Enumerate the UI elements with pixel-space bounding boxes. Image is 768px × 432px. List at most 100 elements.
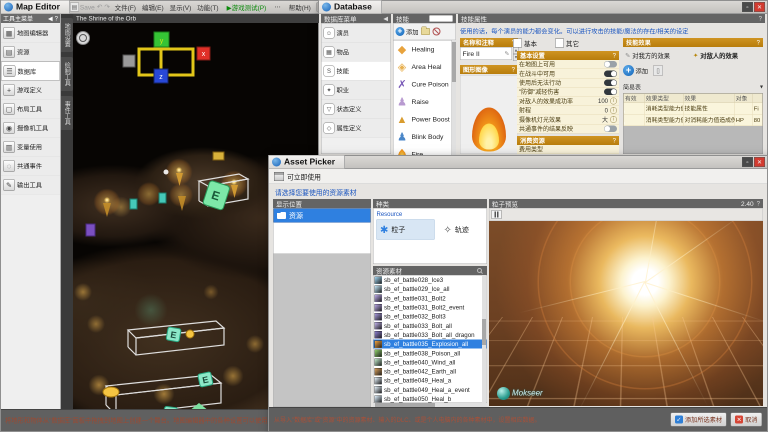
type-item-1[interactable]: ✧轨迹 bbox=[441, 220, 472, 240]
effects-view-dropdown[interactable]: 简易表▾ bbox=[623, 83, 763, 92]
map-viewport[interactable]: The Shrine of the Orb E bbox=[73, 14, 319, 409]
sidebar-item-game[interactable]: +游戏定义 bbox=[1, 81, 60, 100]
skill-name-field[interactable]: Fire II✎ bbox=[460, 47, 512, 60]
effects-row[interactable]: 消耗类型能力值技能属性Fi bbox=[624, 103, 763, 115]
resource-item[interactable]: sb_ef_battle028_Ice3 bbox=[374, 276, 487, 285]
resource-thumbnail bbox=[375, 386, 383, 394]
database-tab[interactable]: Database bbox=[319, 1, 382, 14]
edit-pencil-icon[interactable]: ✎ bbox=[504, 50, 509, 57]
cost-row[interactable]: 费用类型 bbox=[517, 145, 619, 154]
resource-item[interactable]: sb_ef_battle042_Earth_all bbox=[374, 367, 487, 376]
resource-item[interactable]: sb_ef_battle033_Bolt_all_dragon bbox=[374, 330, 487, 339]
resource-item[interactable]: sb_ef_battle031_Bolt2_event bbox=[374, 303, 487, 312]
map-editor-tab[interactable]: Map Editor bbox=[1, 1, 70, 14]
skill-item[interactable]: ♟Raise bbox=[394, 93, 452, 111]
viewport-tab-0[interactable]: 地图设置 bbox=[61, 18, 73, 52]
toggle-on[interactable] bbox=[604, 70, 617, 77]
tab-ally-effects[interactable]: ✎对我方的效果 bbox=[623, 49, 672, 61]
type-item-0[interactable]: ✱粒子 bbox=[377, 220, 435, 240]
ap-close-button[interactable]: ✕ bbox=[754, 157, 765, 167]
resource-item[interactable]: sb_ef_battle029_Ice_all bbox=[374, 285, 487, 294]
undo-button[interactable]: ↶ bbox=[97, 3, 102, 11]
tab-enemy-effects[interactable]: ✦对敌人的效果 bbox=[691, 49, 740, 61]
redo-button[interactable]: ↷ bbox=[104, 3, 109, 11]
db-menu-item-cast[interactable]: ☺演员 bbox=[322, 24, 391, 43]
skill-list-scrollbar[interactable] bbox=[452, 40, 456, 156]
sidebar-item-resource[interactable]: ▤资源 bbox=[1, 43, 60, 62]
sidebar-item-map[interactable]: ▦地图编辑器 bbox=[1, 24, 60, 43]
delete-effect-icon[interactable]: ▯ bbox=[653, 66, 663, 76]
skill-item[interactable]: ◆Healing bbox=[394, 41, 452, 59]
resource-item[interactable]: sb_ef_battle038_Poison_all bbox=[374, 349, 487, 358]
cancel-button[interactable]: ✕取消 bbox=[731, 413, 762, 427]
pause-button[interactable] bbox=[492, 210, 502, 219]
resource-item[interactable]: sb_ef_battle033_Bolt_all bbox=[374, 321, 487, 330]
ap-minimize-button[interactable]: ▫ bbox=[742, 157, 753, 167]
effect-desc: 技能属性 bbox=[683, 103, 734, 115]
resource-item[interactable]: sb_ef_battle050_Heal_b bbox=[374, 394, 487, 403]
skill-item[interactable]: ✗Cure Poison bbox=[394, 76, 452, 94]
resource-thumbnail bbox=[375, 340, 383, 348]
skill-search-input[interactable] bbox=[429, 15, 453, 22]
sidebar-item-export[interactable]: ✎输出工具 bbox=[1, 176, 60, 195]
toggle-off[interactable] bbox=[604, 61, 617, 68]
search-icon[interactable] bbox=[477, 268, 482, 273]
particle-preview[interactable]: Mokseer bbox=[489, 221, 763, 406]
help-menu[interactable]: 帮助(H) bbox=[286, 2, 314, 12]
more-menu[interactable]: ⋯ bbox=[271, 3, 284, 11]
resource-item[interactable]: sb_ef_battle049_Heal_a bbox=[374, 376, 487, 385]
resource-item[interactable]: sb_ef_battle040_Wind_all bbox=[374, 358, 487, 367]
toggle-on[interactable] bbox=[604, 89, 617, 96]
resource-item[interactable]: sb_ef_battle031_Bolt2 bbox=[374, 294, 487, 303]
tab-other[interactable]: 其它 bbox=[552, 37, 582, 49]
viewport-tab-2[interactable]: 事件工具 bbox=[61, 96, 73, 130]
playtest-menu[interactable]: ▶游戏测试(P) bbox=[224, 2, 270, 12]
toggle-on[interactable] bbox=[604, 79, 617, 86]
db-menu-item-attribute[interactable]: ◇属性定义 bbox=[322, 119, 391, 138]
sidebar-item-camera[interactable]: ◉摄像机工具 bbox=[1, 119, 60, 138]
add-effect-button[interactable]: +添加 bbox=[623, 65, 648, 76]
skill-item[interactable]: ♟Blink Body bbox=[394, 128, 452, 146]
info-icon[interactable]: i bbox=[610, 116, 617, 123]
menu-item[interactable]: 编辑(E) bbox=[139, 2, 167, 12]
skill-item[interactable]: ▲Power Boost bbox=[394, 111, 452, 129]
menu-item[interactable]: 文件(F) bbox=[112, 2, 139, 12]
viewport-tab-1[interactable]: 绘制工具 bbox=[61, 57, 73, 91]
icon-image-header: 图形图像? bbox=[460, 65, 518, 74]
sidebar-item-common-event[interactable]: ◌共通事件 bbox=[1, 157, 60, 176]
db-menu-item-skill[interactable]: S技能 bbox=[322, 62, 391, 81]
resource-item[interactable]: sb_ef_battle049_Heal_a_event bbox=[374, 385, 487, 394]
resource-item[interactable]: sb_ef_battle032_Bolt3 bbox=[374, 312, 487, 321]
resource-item[interactable]: sb_ef_battle035_Explosion_all bbox=[374, 340, 487, 349]
db-menu-item-state[interactable]: ▽状态定义 bbox=[322, 100, 391, 119]
skill-item[interactable]: ◈Area Heal bbox=[394, 58, 452, 76]
sidebar-item-database[interactable]: ☰数据库 bbox=[1, 62, 60, 81]
toggle-off[interactable] bbox=[604, 125, 617, 132]
sidebar-collapse-button[interactable]: ◀ bbox=[48, 15, 53, 22]
sidebar-item-variable[interactable]: ▥变量使用 bbox=[1, 138, 60, 157]
other-tab-icon bbox=[555, 39, 564, 48]
menu-item[interactable]: 显示(V) bbox=[167, 2, 195, 12]
db-menu-collapse[interactable]: ◀ bbox=[383, 15, 388, 22]
resource-scrollbar[interactable] bbox=[482, 275, 486, 403]
info-icon[interactable]: i bbox=[610, 107, 617, 114]
close-button[interactable]: ✕ bbox=[754, 2, 765, 12]
menu-item[interactable]: 功能(T) bbox=[194, 2, 221, 12]
add-skill-button[interactable]: +添加 bbox=[396, 27, 419, 37]
tab-basic[interactable]: 基本 bbox=[510, 37, 540, 49]
folder-icon[interactable] bbox=[421, 28, 430, 35]
disable-icon[interactable] bbox=[433, 28, 441, 36]
save-button[interactable]: ▤Save bbox=[70, 3, 95, 12]
db-menu-item-class[interactable]: ✦职业 bbox=[322, 81, 391, 100]
confirm-button[interactable]: ✓添加所选素材 bbox=[670, 413, 726, 427]
sidebar-item-layout[interactable]: ▢布局工具 bbox=[1, 100, 60, 119]
effects-col-header: 对象 bbox=[735, 94, 753, 103]
effects-row[interactable]: 消耗类型能力值对消耗能力值造成伤害HP80 bbox=[624, 114, 763, 126]
skill-icon-preview[interactable] bbox=[460, 75, 518, 154]
db-menu-item-item[interactable]: ▦物品 bbox=[322, 43, 391, 62]
minimize-button[interactable]: ▫ bbox=[742, 2, 753, 12]
effects-col-header bbox=[753, 94, 763, 103]
prop-label: 对敌人的效果成功率 bbox=[519, 97, 598, 106]
info-icon[interactable]: i bbox=[610, 98, 617, 105]
sidebar-help-button[interactable]: ? bbox=[55, 15, 58, 22]
